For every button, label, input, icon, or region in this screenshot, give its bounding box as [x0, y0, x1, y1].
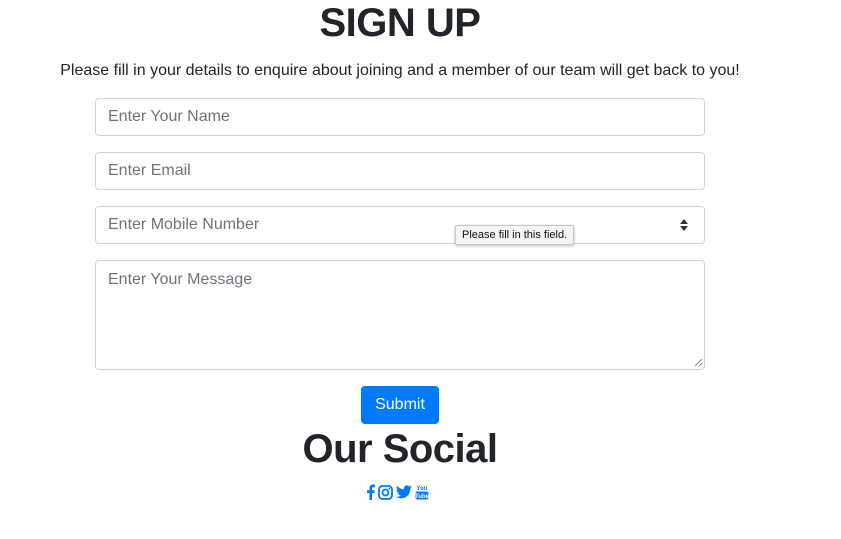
- facebook-icon[interactable]: [366, 484, 375, 500]
- twitter-icon[interactable]: [396, 485, 412, 499]
- signup-page: SIGN UP Please fill in your details to e…: [0, 0, 841, 539]
- youtube-icon[interactable]: You Tube: [415, 484, 429, 500]
- resize-handle-icon[interactable]: [694, 358, 703, 367]
- intro-text: Please fill in your details to enquire a…: [60, 62, 740, 79]
- svg-text:You: You: [417, 486, 428, 492]
- svg-text:Tube: Tube: [415, 494, 429, 500]
- spinner-up-icon[interactable]: [680, 219, 688, 224]
- page-title: SIGN UP: [319, 1, 481, 45]
- spinner-down-icon[interactable]: [680, 226, 688, 231]
- validation-tooltip: Please fill in this field.: [455, 225, 575, 245]
- submit-button[interactable]: Submit: [361, 386, 439, 424]
- mobile-number-input[interactable]: [95, 206, 705, 244]
- instagram-icon[interactable]: [378, 484, 393, 500]
- social-links: You Tube: [366, 483, 429, 501]
- social-title: Our Social: [302, 427, 498, 471]
- name-input[interactable]: [95, 98, 705, 136]
- message-textarea[interactable]: [95, 260, 705, 370]
- email-input[interactable]: [95, 152, 705, 190]
- number-spinner[interactable]: [679, 217, 689, 233]
